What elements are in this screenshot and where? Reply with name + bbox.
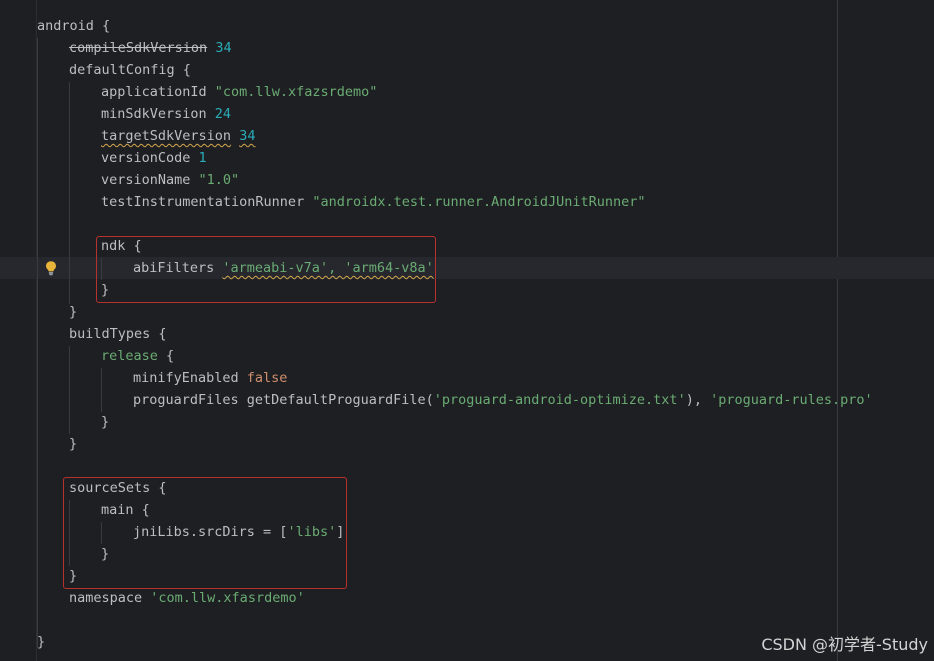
code-line[interactable]: proguardFiles getDefaultProguardFile('pr… (133, 389, 873, 411)
code-token: } (69, 304, 78, 320)
code-line[interactable]: buildTypes { (69, 323, 167, 345)
code-token: namespace (69, 590, 151, 606)
code-token: ), (685, 392, 711, 408)
indent-guide (69, 346, 70, 434)
code-token: applicationId (101, 84, 215, 100)
code-string: "com.llw.xfazsrdemo" (214, 84, 378, 100)
code-line[interactable]: } (101, 411, 109, 433)
code-line[interactable]: applicationId "com.llw.xfazsrdemo" (101, 81, 377, 103)
code-line[interactable]: namespace 'com.llw.xfasrdemo' (69, 587, 305, 609)
code-token: } (101, 414, 110, 430)
code-number: 24 (214, 106, 232, 122)
code-string: 'proguard-rules.pro' (710, 392, 873, 408)
code-token: testInstrumentationRunner (101, 194, 313, 210)
code-string: "1.0" (198, 172, 240, 188)
indent-guide (37, 38, 38, 648)
code-line[interactable]: minifyEnabled false (133, 367, 287, 389)
code-number: 34 (239, 128, 256, 144)
code-line[interactable]: release { (101, 345, 174, 367)
code-token: buildTypes { (69, 326, 167, 342)
code-editor[interactable]: android { compileSdkVersion 34 defaultCo… (0, 0, 934, 661)
code-token: } (69, 436, 78, 452)
code-line[interactable]: versionName "1.0" (101, 169, 239, 191)
code-line[interactable]: } (69, 301, 77, 323)
code-line[interactable]: testInstrumentationRunner "androidx.test… (101, 191, 646, 213)
sourcesets-highlight-box (63, 477, 347, 589)
code-token: } (37, 634, 46, 650)
code-token: { (157, 348, 175, 364)
code-keyword: false (246, 370, 288, 386)
watermark: CSDN @初学者-Study (761, 635, 928, 654)
lightbulb-icon[interactable] (44, 260, 58, 276)
code-token: versionCode (101, 150, 199, 166)
code-line[interactable]: minSdkVersion 24 (101, 103, 231, 125)
code-token-deprecated: compileSdkVersion (69, 40, 208, 56)
code-token: minifyEnabled (133, 370, 247, 386)
code-number: 1 (198, 150, 207, 166)
code-line[interactable]: } (37, 631, 45, 653)
code-token: android { (37, 18, 111, 34)
code-token: minSdkVersion (101, 106, 215, 122)
code-token-warning: targetSdkVersion (101, 128, 232, 144)
ndk-highlight-box (96, 236, 436, 303)
right-margin-guide (837, 0, 838, 661)
code-token: versionName (101, 172, 199, 188)
code-line[interactable]: versionCode 1 (101, 147, 207, 169)
code-line[interactable]: targetSdkVersion 34 (101, 125, 255, 147)
indent-guide (69, 82, 70, 304)
code-string: 'proguard-android-optimize.txt' (433, 392, 686, 408)
code-line[interactable]: } (69, 433, 77, 455)
indent-guide (101, 368, 102, 412)
code-string: 'com.llw.xfasrdemo' (150, 590, 305, 606)
code-build-type: release (101, 348, 158, 364)
code-line[interactable]: defaultConfig { (69, 59, 191, 81)
code-line[interactable]: compileSdkVersion 34 (69, 37, 232, 59)
code-token: defaultConfig { (69, 62, 191, 78)
code-token: proguardFiles getDefaultProguardFile( (133, 392, 434, 408)
code-number: 34 (215, 40, 232, 56)
code-line[interactable]: android { (37, 15, 110, 37)
code-string: "androidx.test.runner.AndroidJUnitRunner… (312, 194, 646, 210)
